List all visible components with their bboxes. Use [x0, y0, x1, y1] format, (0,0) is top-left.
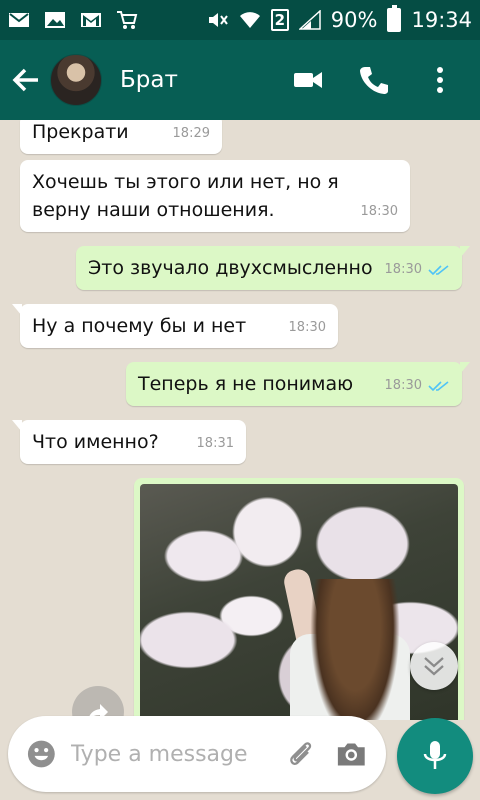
message-composer	[8, 716, 386, 792]
status-bar: 2 90% 19:34	[0, 0, 480, 40]
attach-icon[interactable]	[287, 738, 316, 770]
forward-button[interactable]	[72, 686, 124, 720]
message-input[interactable]	[70, 741, 281, 767]
battery-percent: 90%	[330, 8, 378, 32]
voice-record-button[interactable]	[397, 718, 473, 794]
message-bubble-outgoing[interactable]: Теперь я не понимаю 18:30	[126, 362, 470, 406]
more-vert-icon[interactable]	[424, 64, 456, 96]
mute-icon	[207, 10, 229, 30]
image-icon	[44, 10, 66, 30]
message-text: Теперь я не понимаю	[138, 373, 354, 395]
message-bubble-incoming[interactable]: Что именно? 18:31	[12, 420, 246, 464]
message-time: 18:30	[384, 378, 422, 393]
contact-avatar[interactable]	[50, 54, 102, 106]
message-text: верну наши отношения.	[32, 199, 275, 221]
cart-icon	[116, 10, 138, 30]
microphone-icon	[423, 741, 447, 769]
contact-name[interactable]: Брат	[120, 67, 178, 93]
emoji-icon[interactable]	[26, 738, 57, 770]
message-text: Хочешь ты этого или нет, но я	[32, 171, 339, 193]
message-bubble-incoming[interactable]: Хочешь ты этого или нет, но я верну наши…	[20, 160, 410, 232]
wifi-icon	[239, 10, 261, 30]
message-text: Прекрати	[32, 121, 129, 143]
chat-area[interactable]: Прекрати 18:29 Хочешь ты этого или нет, …	[0, 120, 480, 720]
message-text: Ну а почему бы и нет	[32, 315, 247, 337]
message-time: 18:30	[288, 320, 326, 335]
message-bubble-outgoing[interactable]: Это звучало двухсмысленно 18:30	[76, 246, 470, 290]
message-time: 18:29	[172, 126, 210, 141]
camera-icon[interactable]	[335, 738, 368, 770]
message-time: 18:31	[196, 436, 234, 451]
phone-icon[interactable]	[358, 64, 390, 96]
back-button[interactable]	[4, 40, 48, 120]
chat-header: Брат	[0, 40, 480, 120]
message-text: Что именно?	[32, 431, 159, 453]
message-time: 18:30	[384, 262, 422, 277]
status-time: 19:34	[411, 8, 472, 32]
message-bubble-incoming[interactable]: Прекрати 18:29	[20, 120, 222, 154]
video-call-icon[interactable]	[292, 64, 324, 96]
mail-icon	[8, 10, 30, 30]
signal-icon	[298, 10, 321, 30]
message-bubble-incoming[interactable]: Ну а почему бы и нет 18:30	[12, 304, 338, 348]
sim-slot-badge: 2	[270, 9, 289, 31]
read-ticks-icon	[428, 381, 449, 392]
message-photo[interactable]	[140, 484, 458, 720]
gmail-icon	[80, 10, 102, 30]
scroll-to-bottom-button[interactable]	[410, 642, 458, 690]
message-time: 18:30	[360, 204, 398, 219]
battery-icon	[387, 5, 402, 32]
double-chevron-down-icon	[424, 657, 444, 676]
read-ticks-icon	[428, 265, 449, 276]
message-text: Это звучало двухсмысленно	[88, 257, 373, 279]
image-message-bubble[interactable]	[134, 478, 464, 720]
arrow-back-icon	[12, 68, 38, 92]
